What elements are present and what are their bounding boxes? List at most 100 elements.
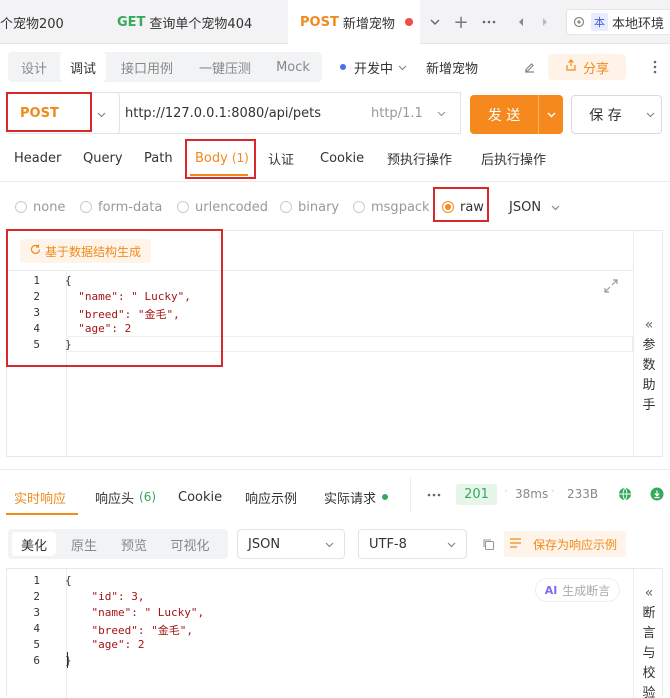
radio-binary[interactable]: binary [280, 198, 339, 216]
code-line: { [65, 574, 72, 587]
tab-label: 查询单个宠物404 [149, 16, 253, 32]
chevron-down-icon[interactable] [426, 12, 444, 32]
code-line: } [65, 654, 72, 667]
side-panel-divider [633, 231, 634, 456]
radio-circle-selected [442, 201, 454, 213]
response-encoding-select[interactable]: UTF-8 [358, 529, 467, 559]
text-cursor [67, 652, 68, 668]
more-icon[interactable] [480, 12, 498, 32]
chevron-down-icon [325, 537, 334, 552]
ai-icon: AI [544, 583, 558, 597]
radio-form-data[interactable]: form-data [80, 198, 162, 216]
collapse-left-icon[interactable]: « [641, 317, 657, 333]
tab-response-example[interactable]: 响应示例 [245, 486, 297, 508]
code-line: "name": " Lucky", [65, 290, 191, 303]
view-pretty[interactable]: 美化 [12, 532, 56, 556]
char: 助 [642, 378, 656, 393]
tab-post-request[interactable]: 后执行操作 [481, 146, 546, 170]
tab-label: 响应头 [95, 491, 135, 507]
raw-format-selector[interactable]: JSON [509, 198, 560, 216]
environment-selector[interactable]: 本 本地环境 [566, 9, 670, 35]
tab-cookie[interactable]: Cookie [320, 146, 364, 170]
assertion-helper-text[interactable]: 断 言 与 校 验 [642, 604, 656, 698]
radio-circle [280, 201, 292, 213]
view-preview[interactable]: 预览 [112, 532, 156, 556]
view-visualize[interactable]: 可视化 [160, 532, 220, 556]
radio-circle [177, 201, 189, 213]
share-button[interactable]: 分享 [548, 54, 626, 80]
code-line: "breed": "金毛", [65, 308, 180, 321]
unsaved-dot-icon [404, 18, 413, 26]
tab-query[interactable]: Query [83, 146, 123, 170]
tab-body[interactable]: Body (1) [195, 146, 249, 170]
scroll-right-icon[interactable] [538, 12, 552, 32]
chevron-down-icon[interactable] [539, 112, 563, 118]
divider [0, 181, 670, 182]
save-label: 保 存 [589, 107, 622, 124]
tab-pre-request[interactable]: 预执行操作 [387, 146, 452, 170]
tab-header[interactable]: Header [14, 146, 61, 170]
generate-assertion-button[interactable]: AI 生成断言 [535, 578, 620, 602]
status-selector[interactable]: 开发中 [340, 57, 407, 77]
side-panel-divider [633, 569, 634, 698]
edit-icon[interactable] [520, 58, 538, 76]
status-dot-icon [382, 494, 389, 500]
view-raw[interactable]: 原生 [62, 532, 106, 556]
radio-circle [15, 201, 27, 213]
app-window: 个宠物200 GET 查询单个宠物404 POST 新增宠物 + 本 本地环境 … [0, 0, 670, 698]
download-icon[interactable] [649, 486, 665, 502]
chevron-down-icon[interactable] [639, 112, 661, 118]
share-icon [565, 59, 577, 75]
radio-urlencoded[interactable]: urlencoded [177, 198, 268, 216]
tab-get-pet[interactable]: GET 查询单个宠物404 [104, 0, 284, 44]
chevron-down-icon [551, 200, 560, 215]
expand-icon[interactable] [602, 277, 620, 295]
generate-from-schema-button[interactable]: 基于数据结构生成 [20, 239, 152, 263]
mode-mock[interactable]: Mock [266, 52, 320, 82]
tab-label: 个宠物200 [0, 16, 64, 32]
char: 参 [642, 338, 656, 353]
line-number: 3 [33, 306, 40, 319]
tab-auth[interactable]: 认证 [268, 146, 294, 170]
copy-icon[interactable] [480, 536, 496, 552]
tab-live-response[interactable]: 实时响应 [14, 486, 66, 508]
environment-label: 本地环境 [612, 16, 665, 32]
header-count-badge: (6) [139, 490, 157, 504]
scroll-left-icon[interactable] [514, 12, 528, 32]
radio-raw[interactable]: raw [442, 198, 484, 216]
api-name-field[interactable]: 新增宠物 [426, 58, 478, 78]
code-line: { [65, 274, 72, 287]
protocol-selector[interactable]: http/1.1 [371, 106, 446, 121]
more-icon[interactable] [426, 488, 442, 502]
mode-design[interactable]: 设计 [12, 52, 56, 82]
radio-msgpack[interactable]: msgpack [353, 198, 430, 216]
radio-label: urlencoded [195, 199, 269, 215]
tab-response-headers[interactable]: 响应头 (6) [95, 486, 156, 508]
collapse-left-icon[interactable]: « [641, 585, 657, 601]
code-line: "id": 3, [65, 590, 145, 603]
line-number: 3 [33, 606, 40, 619]
globe-icon[interactable] [617, 486, 633, 502]
response-format-select[interactable]: JSON [237, 529, 345, 559]
add-tab-icon[interactable]: + [452, 12, 470, 33]
mode-test-case[interactable]: 接口用例 [110, 52, 184, 82]
tab-add-pet[interactable]: POST 新增宠物 [288, 0, 420, 44]
ai-label: 生成断言 [562, 583, 611, 598]
code-line: "name": " Lucky", [65, 606, 205, 619]
save-button[interactable]: 保 存 [571, 95, 662, 134]
method-get-label: GET [117, 14, 146, 30]
tab-response-cookie[interactable]: Cookie [178, 486, 222, 508]
tab-actual-request[interactable]: 实际请求 [324, 486, 389, 508]
save-as-example-button[interactable]: 保存为响应示例 [504, 531, 626, 557]
mode-load-test[interactable]: 一键压测 [188, 52, 262, 82]
radio-none[interactable]: none [15, 198, 65, 216]
mode-debug[interactable]: 调试 [60, 52, 106, 82]
char: 断 [642, 606, 656, 621]
refresh-icon [30, 244, 41, 258]
send-button[interactable]: 发 送 [470, 95, 563, 134]
tab-path[interactable]: Path [144, 146, 173, 170]
more-icon[interactable] [646, 58, 664, 76]
param-helper-text[interactable]: 参 数 助 手 [642, 336, 656, 416]
tab-pet-list[interactable]: 个宠物200 [0, 0, 104, 44]
code-line: "age": 2 [65, 638, 145, 651]
